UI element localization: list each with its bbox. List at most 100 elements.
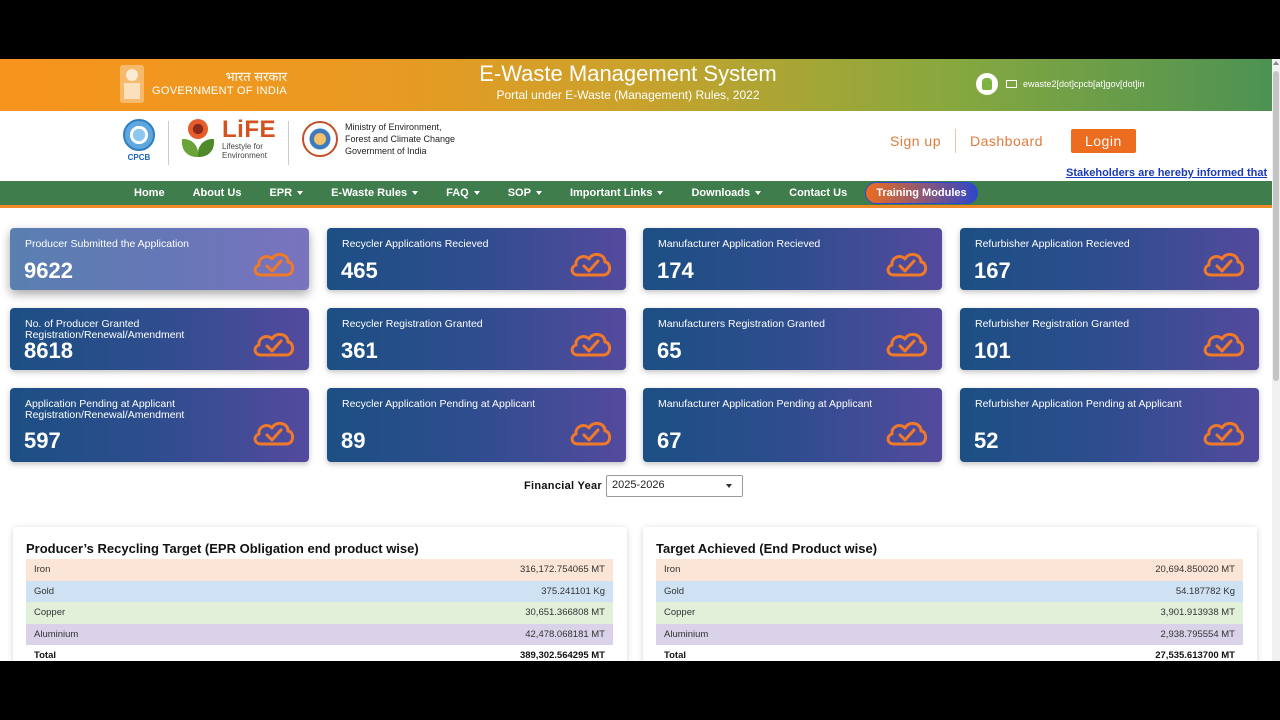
- life-title: LiFE: [222, 116, 276, 143]
- recycling-target-panel: Producer’s Recycling Target (EPR Obligat…: [13, 527, 627, 661]
- stat-card-value: 361: [341, 338, 378, 363]
- nav-epr[interactable]: EPR: [255, 187, 317, 199]
- contact-email[interactable]: ewaste2[dot]cpcb[at]gov[dot]in: [1023, 79, 1145, 89]
- nav-epr-label: EPR: [269, 187, 293, 199]
- stat-card-label: Manufacturer Application Pending at Appl…: [658, 398, 873, 410]
- table-row-value: 316,172.754065 MT: [519, 564, 605, 576]
- nav-sop[interactable]: SOP: [494, 187, 556, 199]
- target-achieved-table: Iron 20,694.850020 MT Gold 54.187782 Kg Copp…: [656, 559, 1243, 661]
- dashboard-link[interactable]: Dashboard: [956, 133, 1057, 149]
- nav-downloads[interactable]: Downloads: [677, 187, 775, 199]
- nav-training-modules-button[interactable]: Training Modules: [865, 182, 978, 204]
- nav-ewaste-rules[interactable]: E-Waste Rules: [317, 187, 432, 199]
- chevron-down-icon: [297, 191, 304, 195]
- cpcb-text: CPCB: [127, 153, 151, 162]
- announcement-marquee[interactable]: Stakeholders are hereby informed that: [1066, 167, 1272, 179]
- browser-viewport: भारत सरकार GOVERNMENT OF INDIA E-Waste M…: [0, 59, 1280, 661]
- cloud-check-icon: [1201, 328, 1245, 360]
- stat-card[interactable]: Recycler Application Pending at Applican…: [327, 388, 626, 462]
- scrollbar-thumb[interactable]: [1273, 71, 1279, 381]
- cloud-check-icon: [568, 417, 612, 449]
- nav-contact[interactable]: Contact Us: [775, 187, 861, 199]
- stat-card[interactable]: Producer Submitted the Application 9622: [10, 228, 309, 290]
- stat-card[interactable]: No. of Producer Granted Registration/Ren…: [10, 308, 309, 370]
- table-row-material: Gold: [664, 585, 685, 597]
- financial-year-select[interactable]: 2025-2026: [605, 475, 743, 497]
- table-row: Total 27,535.613700 MT: [656, 645, 1243, 661]
- stat-card[interactable]: Refurbisher Registration Granted 101: [960, 308, 1259, 370]
- contact-info: ewaste2[dot]cpcb[at]gov[dot]in: [976, 73, 1145, 95]
- chevron-down-icon: [535, 191, 542, 195]
- table-row-value: 42,478.068181 MT: [525, 628, 605, 640]
- signup-link[interactable]: Sign up: [876, 133, 955, 149]
- stat-card-value: 597: [24, 428, 61, 453]
- logo-divider: [288, 121, 289, 165]
- page-scrollbar[interactable]: [1272, 59, 1280, 661]
- table-row-material: Copper: [664, 607, 696, 619]
- table-row-value: 27,535.613700 MT: [1155, 650, 1235, 661]
- main-navbar: Home About Us EPR E-Waste Rules FAQ SOP …: [0, 181, 1272, 208]
- stat-card-value: 174: [657, 258, 694, 283]
- stat-card-value: 8618: [24, 338, 73, 363]
- nav-about[interactable]: About Us: [179, 187, 256, 199]
- table-row-material: Total: [34, 650, 56, 661]
- logo-divider: [168, 121, 169, 165]
- cloud-check-icon: [568, 328, 612, 360]
- table-row-value: 389,302.564295 MT: [519, 650, 605, 661]
- stat-card[interactable]: Manufacturers Registration Granted 65: [643, 308, 942, 370]
- nav-home[interactable]: Home: [120, 187, 179, 199]
- cloud-check-icon: [884, 248, 928, 280]
- stat-card[interactable]: Recycler Applications Recieved 465: [327, 228, 626, 290]
- cloud-check-icon: [1201, 248, 1245, 280]
- nav-faq-label: FAQ: [446, 187, 469, 199]
- stat-card-value: 67: [657, 428, 682, 453]
- gov-hindi-text: भारत सरकार: [225, 69, 288, 84]
- table-row: Total 389,302.564295 MT: [26, 645, 613, 661]
- stat-card[interactable]: Manufacturer Application Recieved 174: [643, 228, 942, 290]
- chevron-down-icon: [473, 191, 480, 195]
- table-row-material: Aluminium: [664, 628, 709, 640]
- life-logo[interactable]: LiFE Lifestyle for Environment: [178, 117, 276, 161]
- table-row: Gold 54.187782 Kg: [656, 580, 1243, 602]
- table-row: Aluminium 42,478.068181 MT: [26, 623, 613, 645]
- stat-card[interactable]: Manufacturer Application Pending at Appl…: [643, 388, 942, 462]
- target-achieved-title: Target Achieved (End Product wise): [656, 541, 878, 556]
- android-app-icon[interactable]: [976, 73, 998, 95]
- nav-faq[interactable]: FAQ: [432, 187, 494, 199]
- stat-card[interactable]: Refurbisher Application Pending at Appli…: [960, 388, 1259, 462]
- gov-english-text: GOVERNMENT OF INDIA: [152, 85, 288, 97]
- financial-year-label: Financial Year: [524, 480, 602, 492]
- nav-important-links[interactable]: Important Links: [556, 187, 678, 199]
- target-achieved-panel: Target Achieved (End Product wise) Iron 2…: [643, 527, 1257, 661]
- stat-card[interactable]: Refurbisher Application Recieved 167: [960, 228, 1259, 290]
- stat-card-value: 65: [657, 338, 682, 363]
- table-row-material: Copper: [34, 607, 66, 619]
- stat-card-label: Refurbisher Application Pending at Appli…: [975, 398, 1182, 410]
- table-row-value: 20,694.850020 MT: [1155, 564, 1235, 576]
- stat-card-value: 101: [974, 338, 1011, 363]
- stat-card[interactable]: Recycler Registration Granted 361: [327, 308, 626, 370]
- stat-card[interactable]: Application Pending at Applicant Registr…: [10, 388, 309, 462]
- login-button[interactable]: Login: [1070, 129, 1136, 153]
- table-row-value: 2,938.795554 MT: [1160, 628, 1235, 640]
- ministry-line-2: Forest and Climate Change: [345, 134, 456, 144]
- top-banner: भारत सरकार GOVERNMENT OF INDIA E-Waste M…: [0, 59, 1272, 111]
- cpcb-emblem-icon: [123, 119, 155, 151]
- ministry-line-1: Ministry of Environment,: [345, 122, 442, 132]
- cpcb-logo[interactable]: CPCB: [122, 119, 156, 162]
- chevron-down-icon: [657, 191, 664, 195]
- chevron-down-icon: [755, 191, 762, 195]
- table-row-material: Aluminium: [34, 628, 79, 640]
- ministry-seal-icon: [302, 121, 338, 157]
- chevron-down-icon: [725, 484, 732, 488]
- ministry-logo[interactable]: Ministry of Environment, Forest and Clim…: [302, 121, 455, 157]
- table-row-value: 54.187782 Kg: [1175, 585, 1235, 597]
- government-of-india-logo[interactable]: भारत सरकार GOVERNMENT OF INDIA: [120, 65, 287, 103]
- nav-home-label: Home: [134, 187, 165, 199]
- stat-card-value: 9622: [24, 258, 73, 283]
- table-row: Iron 20,694.850020 MT: [656, 559, 1243, 581]
- life-tagline-2: Environment: [222, 151, 267, 160]
- scroll-up-icon[interactable]: [1273, 61, 1279, 65]
- logo-row: CPCB LiFE Lifestyle for Environment Mini…: [0, 111, 1272, 181]
- stat-card-value: 465: [341, 258, 378, 283]
